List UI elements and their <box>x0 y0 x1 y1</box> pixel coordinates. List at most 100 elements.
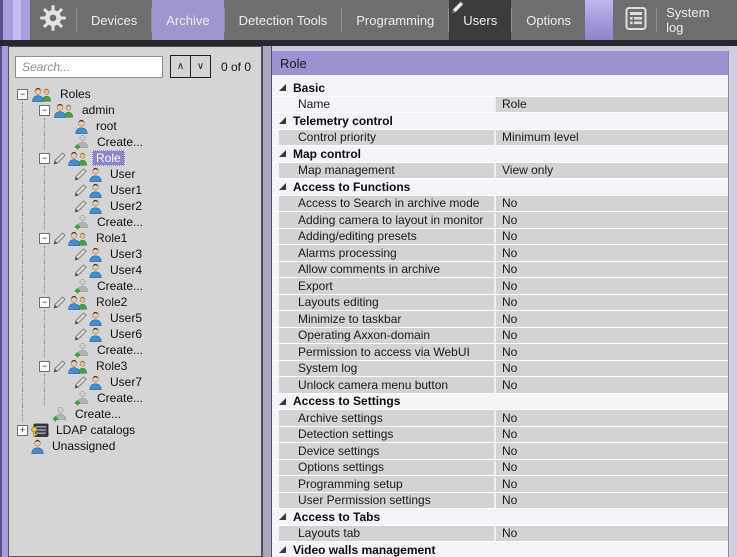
section-header-video-walls-management[interactable]: Video walls management <box>272 542 728 557</box>
collapse-triangle-icon[interactable] <box>279 398 286 405</box>
tree-node-create-3[interactable]: Create... <box>17 134 261 150</box>
expand-icon[interactable]: + <box>17 425 28 436</box>
users-group-icon <box>67 151 89 166</box>
property-value-device-settings[interactable]: No <box>496 443 728 459</box>
property-value-access-to-search-in-archive-mode[interactable]: No <box>496 196 728 212</box>
property-row-layouts-tab: Layouts tabNo <box>272 526 728 543</box>
collapse-triangle-icon[interactable] <box>279 183 286 190</box>
property-value-map-management[interactable]: View only <box>496 163 728 179</box>
property-value-permission-to-access-via-webui[interactable]: No <box>496 344 728 360</box>
tree-node-user-5[interactable]: User <box>17 166 261 182</box>
tree-node-create-19[interactable]: Create... <box>17 390 261 406</box>
tree-guide-line <box>17 294 39 310</box>
property-value-name[interactable]: Role <box>496 97 728 113</box>
collapse-icon[interactable]: − <box>39 233 50 244</box>
tree-guide-line <box>17 278 39 294</box>
collapse-triangle-icon[interactable] <box>279 84 286 91</box>
tab-detection-tools[interactable]: Detection Tools <box>225 0 342 40</box>
collapse-triangle-icon[interactable] <box>279 513 286 520</box>
tree-node-user3-10[interactable]: User3 <box>17 246 261 262</box>
system-log-button[interactable]: System log <box>613 0 737 40</box>
property-row-options-settings: Options settingsNo <box>272 460 728 477</box>
property-value-minimize-to-taskbar[interactable]: No <box>496 311 728 327</box>
tree-node-role1-9[interactable]: −Role1 <box>17 230 261 246</box>
tree-node-create-16[interactable]: Create... <box>17 342 261 358</box>
tree-node-label: Role3 <box>92 358 131 374</box>
chevron-up-icon[interactable]: ∧ <box>170 55 191 78</box>
search-input[interactable] <box>15 56 163 78</box>
tree-node-label: Roles <box>56 86 95 102</box>
tree-node-label: Role2 <box>92 294 131 310</box>
property-value-programming-setup[interactable]: No <box>496 476 728 492</box>
tree-node-root-2[interactable]: root <box>17 118 261 134</box>
tree-node-create-12[interactable]: Create... <box>17 278 261 294</box>
tree-node-user7-18[interactable]: User7 <box>17 374 261 390</box>
collapse-triangle-icon[interactable] <box>279 546 286 553</box>
tree-node-role2-13[interactable]: − Role2 <box>17 294 261 310</box>
settings-gear-button[interactable] <box>30 0 76 40</box>
property-value-export[interactable]: No <box>496 278 728 294</box>
collapse-icon[interactable]: − <box>39 297 50 308</box>
section-header-basic[interactable]: Basic <box>272 80 728 97</box>
tree-node-user2-7[interactable]: User2 <box>17 198 261 214</box>
tab-users[interactable]: Users <box>449 0 511 40</box>
tab-options[interactable]: Options <box>512 0 585 40</box>
property-value-allow-comments-in-archive[interactable]: No <box>496 262 728 278</box>
property-value-adding-camera-to-layout-in-monitor[interactable]: No <box>496 212 728 228</box>
property-grid: BasicNameRoleTelemetry controlControl pr… <box>272 75 728 557</box>
property-value-alarms-processing[interactable]: No <box>496 245 728 261</box>
tree-guide-line <box>39 262 61 278</box>
property-value-layouts-tab[interactable]: No <box>496 526 728 542</box>
tree-guide-line <box>39 278 61 294</box>
tree-guide-line <box>17 310 39 326</box>
tree-node-roles-0[interactable]: − Roles <box>17 86 261 102</box>
tree-node-role3-17[interactable]: − Role3 <box>17 358 261 374</box>
property-value-adding-editing-presets[interactable]: No <box>496 229 728 245</box>
tree-node-create-8[interactable]: Create... <box>17 214 261 230</box>
property-value-user-permission-settings[interactable]: No <box>496 493 728 509</box>
property-value-unlock-camera-menu-button[interactable]: No <box>496 377 728 393</box>
users-group-icon <box>67 231 89 246</box>
collapse-icon[interactable]: − <box>39 153 50 164</box>
tree-node-user4-11[interactable]: User4 <box>17 262 261 278</box>
tab-label: Options <box>526 13 571 28</box>
tree-guide-line <box>39 118 61 134</box>
section-header-access-to-tabs[interactable]: Access to Tabs <box>272 509 728 526</box>
section-title: Video walls management <box>293 543 436 557</box>
collapse-triangle-icon[interactable] <box>279 117 286 124</box>
tree-node-create-20[interactable]: Create... <box>17 406 261 422</box>
tree-node-user6-15[interactable]: User6 <box>17 326 261 342</box>
section-header-access-to-settings[interactable]: Access to Settings <box>272 394 728 411</box>
tree-node-role-4[interactable]: −Role <box>17 150 261 166</box>
property-value-operating-axxon-domain[interactable]: No <box>496 328 728 344</box>
tab-archive[interactable]: Archive <box>152 0 223 40</box>
property-value-control-priority[interactable]: Minimum level <box>496 130 728 146</box>
tree-node-user5-14[interactable]: User5 <box>17 310 261 326</box>
collapse-triangle-icon[interactable] <box>279 150 286 157</box>
tree-node-ldap-catalogs-21[interactable]: +LDAP catalogs <box>17 422 261 438</box>
property-value-system-log[interactable]: No <box>496 361 728 377</box>
collapse-icon[interactable]: − <box>17 89 28 100</box>
tree-guide-line <box>39 342 61 358</box>
chevron-down-icon[interactable]: ∨ <box>190 55 211 78</box>
property-value-detection-settings[interactable]: No <box>496 427 728 443</box>
property-value-options-settings[interactable]: No <box>496 460 728 476</box>
section-header-access-to-functions[interactable]: Access to Functions <box>272 179 728 196</box>
tree-node-admin-1[interactable]: −admin <box>17 102 261 118</box>
user-icon <box>88 247 103 262</box>
tab-programming[interactable]: Programming <box>342 0 448 40</box>
tree-node-unassigned-22[interactable]: Unassigned <box>17 438 261 454</box>
collapse-icon[interactable]: − <box>39 361 50 372</box>
panel-splitter[interactable] <box>262 46 272 557</box>
tree-guide-line <box>17 102 39 118</box>
users-group-icon <box>67 359 89 374</box>
section-header-map-control[interactable]: Map control <box>272 146 728 163</box>
section-header-telemetry-control[interactable]: Telemetry control <box>272 113 728 130</box>
collapse-icon[interactable]: − <box>39 105 50 116</box>
tab-devices[interactable]: Devices <box>77 0 151 40</box>
tree-node-user1-6[interactable]: User1 <box>17 182 261 198</box>
property-value-layouts-editing[interactable]: No <box>496 295 728 311</box>
property-value-archive-settings[interactable]: No <box>496 410 728 426</box>
tree-guide-line <box>17 118 39 134</box>
property-label: Unlock camera menu button <box>279 377 496 393</box>
